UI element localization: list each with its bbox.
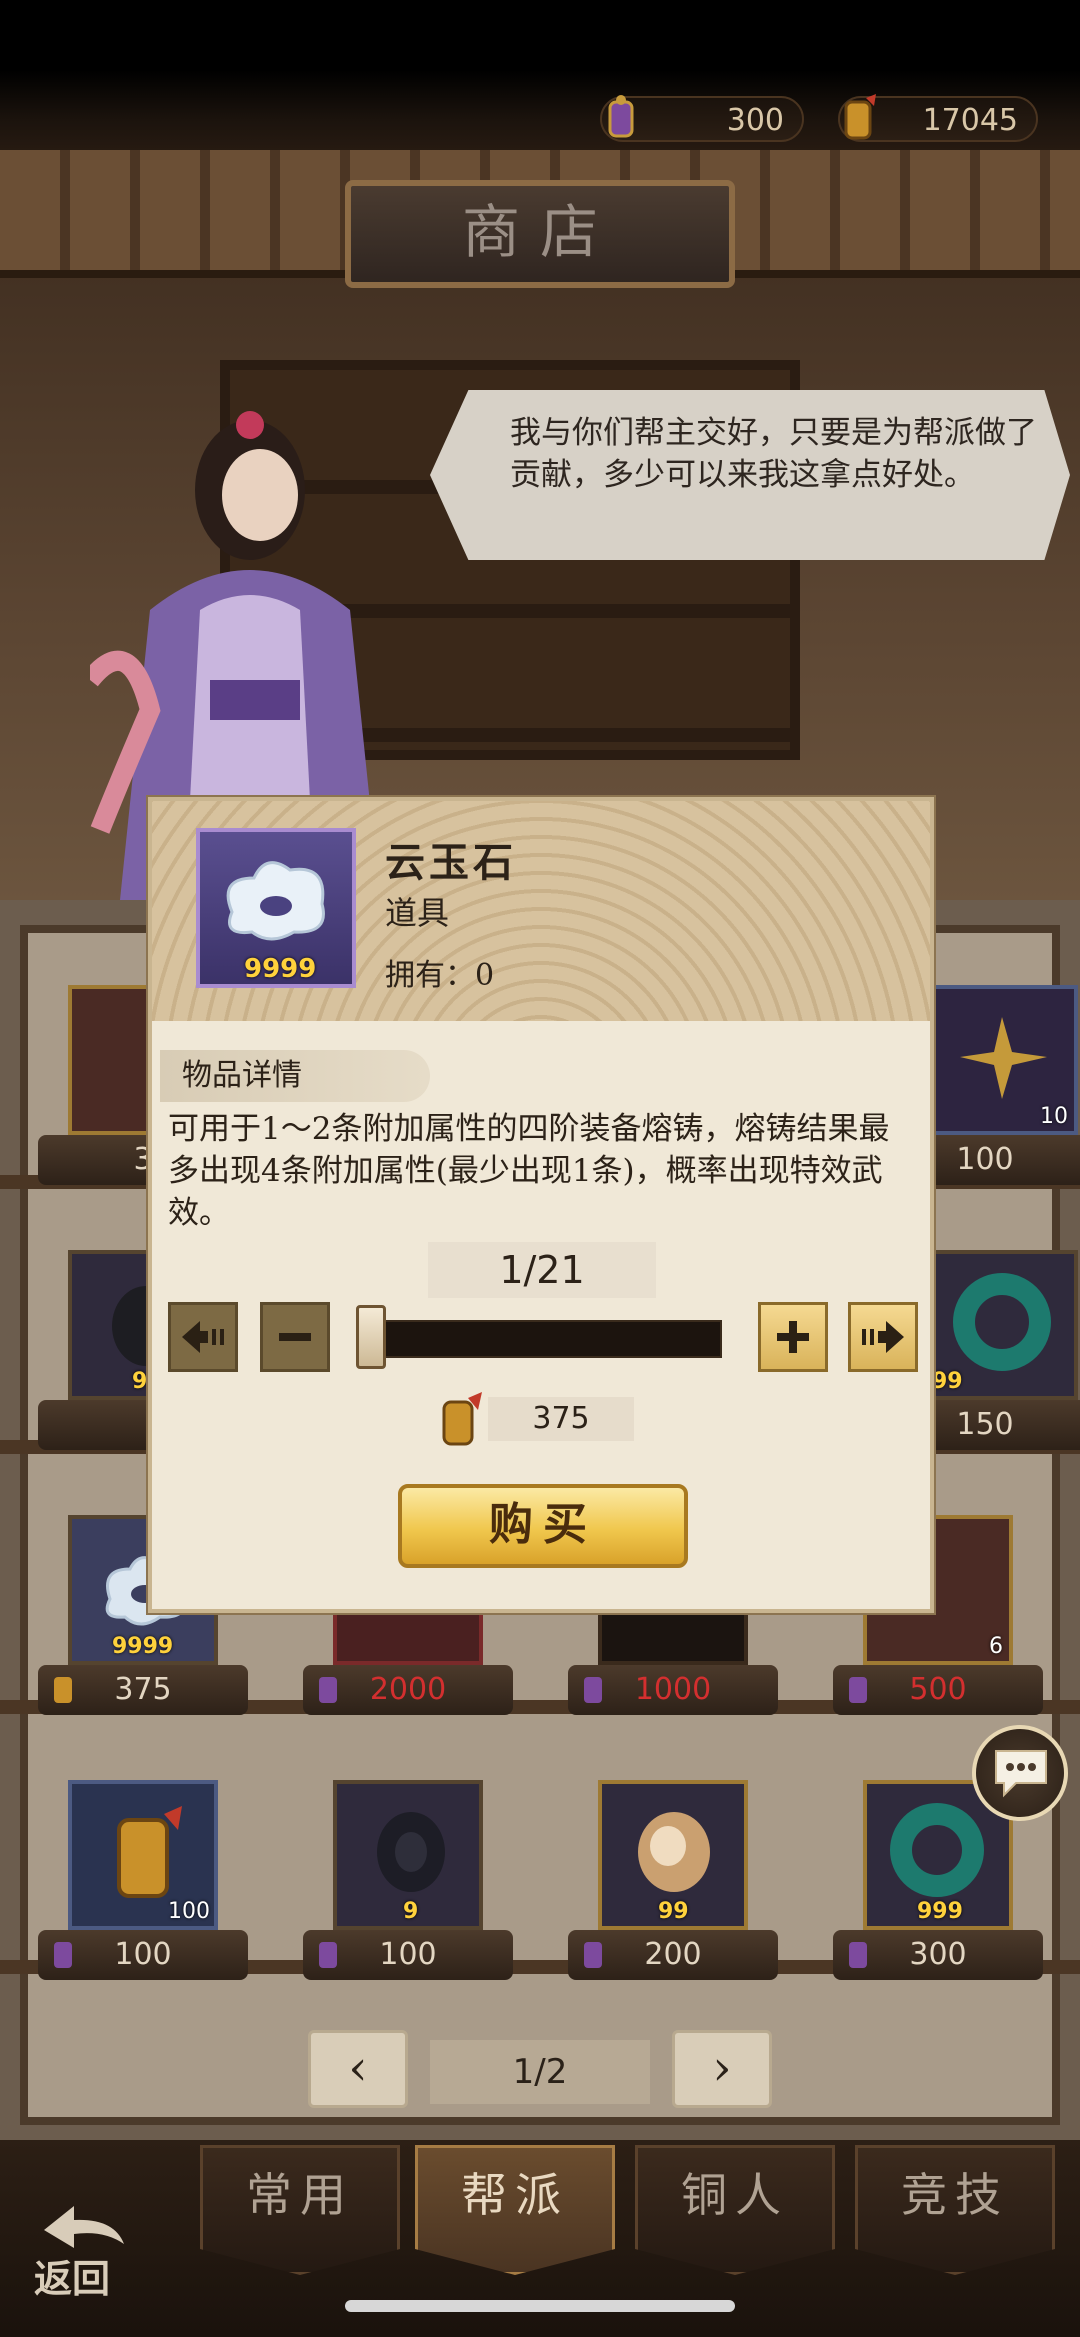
shop-item-slot[interactable]: 9 — [333, 1780, 483, 1930]
next-page-button[interactable]: › — [672, 2030, 772, 2108]
owned-count: 拥有：0 — [385, 958, 495, 993]
guild-token-icon — [608, 95, 634, 138]
shop-item-price-value: 1000 — [634, 1672, 712, 1707]
item-description: 可用于1～2条附加属性的四阶装备熔铸，熔铸结果最多出现4条附加属性(最少出现1条… — [168, 1111, 890, 1231]
max-quantity-button[interactable] — [848, 1302, 918, 1372]
shop-item-price-value: 100 — [379, 1937, 437, 1972]
back-arrow-icon — [44, 2206, 124, 2248]
cloud-jade-icon — [226, 861, 325, 941]
guild-token-icon — [849, 1677, 867, 1703]
quantity-counter: 1/21 — [428, 1242, 656, 1298]
item-quantity: 99 — [932, 1369, 963, 1394]
item-quantity: 9 — [132, 1369, 148, 1394]
page-indicator: 1/2 — [430, 2040, 650, 2104]
jade-ring-icon — [953, 1273, 1051, 1371]
shop-item-price: 500 — [833, 1665, 1043, 1715]
gold-token-icon — [117, 1806, 182, 1898]
shop-item-price-value: 375 — [114, 1672, 172, 1707]
item-quantity: 99 — [658, 1899, 689, 1924]
guild-token-icon — [584, 1677, 602, 1703]
arrow-left-end-icon — [182, 1321, 224, 1353]
shop-item-price: 1000 — [568, 1665, 778, 1715]
item-quantity: 9999 — [244, 954, 317, 984]
item-type: 道具 — [385, 894, 450, 932]
tab-bronze-man[interactable]: 铜人 — [635, 2145, 835, 2275]
guild-token-icon — [849, 1942, 867, 1968]
arrow-right-end-icon — [862, 1321, 904, 1353]
item-quantity: 100 — [168, 1899, 210, 1924]
shop-item-price: 100 — [38, 1930, 248, 1980]
total-cost: 375 — [488, 1397, 634, 1441]
decrease-button[interactable] — [260, 1302, 330, 1372]
home-indicator — [345, 2300, 735, 2312]
item-quantity: 6 — [989, 1634, 1003, 1659]
minus-icon — [279, 1333, 311, 1341]
gold-token-icon — [442, 1392, 482, 1446]
back-label: 返回 — [34, 2256, 111, 2301]
shop-title-sign: 商店 — [345, 180, 735, 288]
shop-item-price: 200 — [568, 1930, 778, 1980]
jade-ring-icon — [890, 1803, 984, 1897]
item-name: 云玉石 — [385, 839, 517, 886]
tab-common[interactable]: 常用 — [200, 2145, 400, 2275]
chat-icon — [995, 1750, 1047, 1798]
npc-speech-bubble: 我与你们帮主交好，只要是为帮派做了贡献，多少可以来我这拿点好处。 — [430, 390, 1070, 560]
item-quantity: 10 — [1040, 1104, 1068, 1129]
shop-item-slot[interactable]: 99 — [598, 1780, 748, 1930]
buy-button[interactable]: 购买 — [398, 1484, 688, 1568]
amber-stone-icon — [638, 1812, 710, 1892]
shop-item-price: 2000 — [303, 1665, 513, 1715]
shop-item-price: 375 — [38, 1665, 248, 1715]
guild-token-icon — [584, 1942, 602, 1968]
shop-item-slot[interactable]: 99 — [928, 1250, 1078, 1400]
plus-icon — [777, 1321, 809, 1353]
quantity-slider-track[interactable] — [356, 1320, 722, 1358]
item-quantity: 9 — [403, 1899, 419, 1924]
shop-item-slot[interactable]: 100 — [68, 1780, 218, 1930]
gold-shuriken-icon — [960, 1017, 1047, 1099]
quantity-slider-handle[interactable] — [356, 1305, 386, 1369]
shop-item-slot[interactable]: 10 — [928, 985, 1078, 1135]
item-quantity: 9999 — [112, 1634, 174, 1659]
tab-arena[interactable]: 竞技 — [855, 2145, 1055, 2275]
shop-item-price-value: 2000 — [369, 1672, 447, 1707]
gold-token-icon — [54, 1677, 72, 1703]
shop-item-price-value: 100 — [114, 1937, 172, 1972]
tab-guild[interactable]: 帮派 — [415, 2145, 615, 2275]
prev-page-button[interactable]: ‹ — [308, 2030, 408, 2108]
gold-token-icon — [844, 94, 876, 140]
guild-token-icon — [54, 1942, 72, 1968]
black-stone-icon — [377, 1812, 445, 1892]
shop-item-price: 100 — [303, 1930, 513, 1980]
guild-token-icon — [319, 1942, 337, 1968]
chat-button[interactable] — [972, 1725, 1068, 1821]
shop-item-price-value: 500 — [909, 1672, 967, 1707]
shop-item-price-value: 200 — [644, 1937, 702, 1972]
min-quantity-button[interactable] — [168, 1302, 238, 1372]
guild-token-icon — [319, 1677, 337, 1703]
shop-item-price-value: 300 — [909, 1937, 967, 1972]
increase-button[interactable] — [758, 1302, 828, 1372]
item-quantity: 999 — [917, 1899, 963, 1924]
back-button[interactable]: 返回 — [30, 2200, 140, 2301]
item-detail-tab: 物品详情 — [160, 1050, 430, 1102]
shop-item-price: 300 — [833, 1930, 1043, 1980]
item-icon-frame: 9999 — [196, 828, 356, 988]
